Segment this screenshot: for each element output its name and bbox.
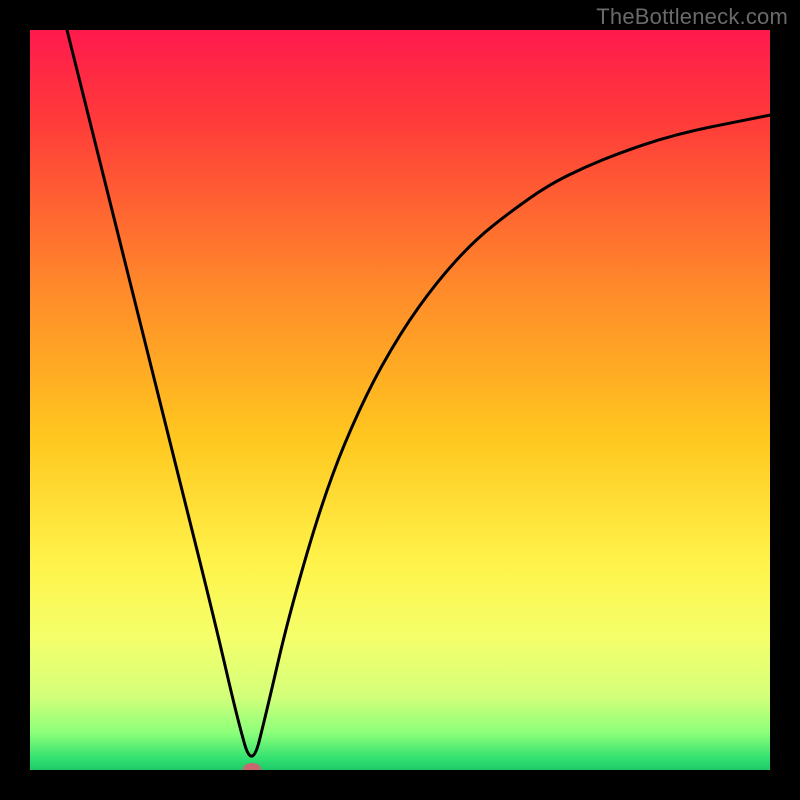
chart-stage: TheBottleneck.com xyxy=(0,0,800,800)
watermark-label: TheBottleneck.com xyxy=(596,4,788,30)
minimum-marker xyxy=(243,763,261,775)
bottleneck-plot xyxy=(0,0,800,800)
